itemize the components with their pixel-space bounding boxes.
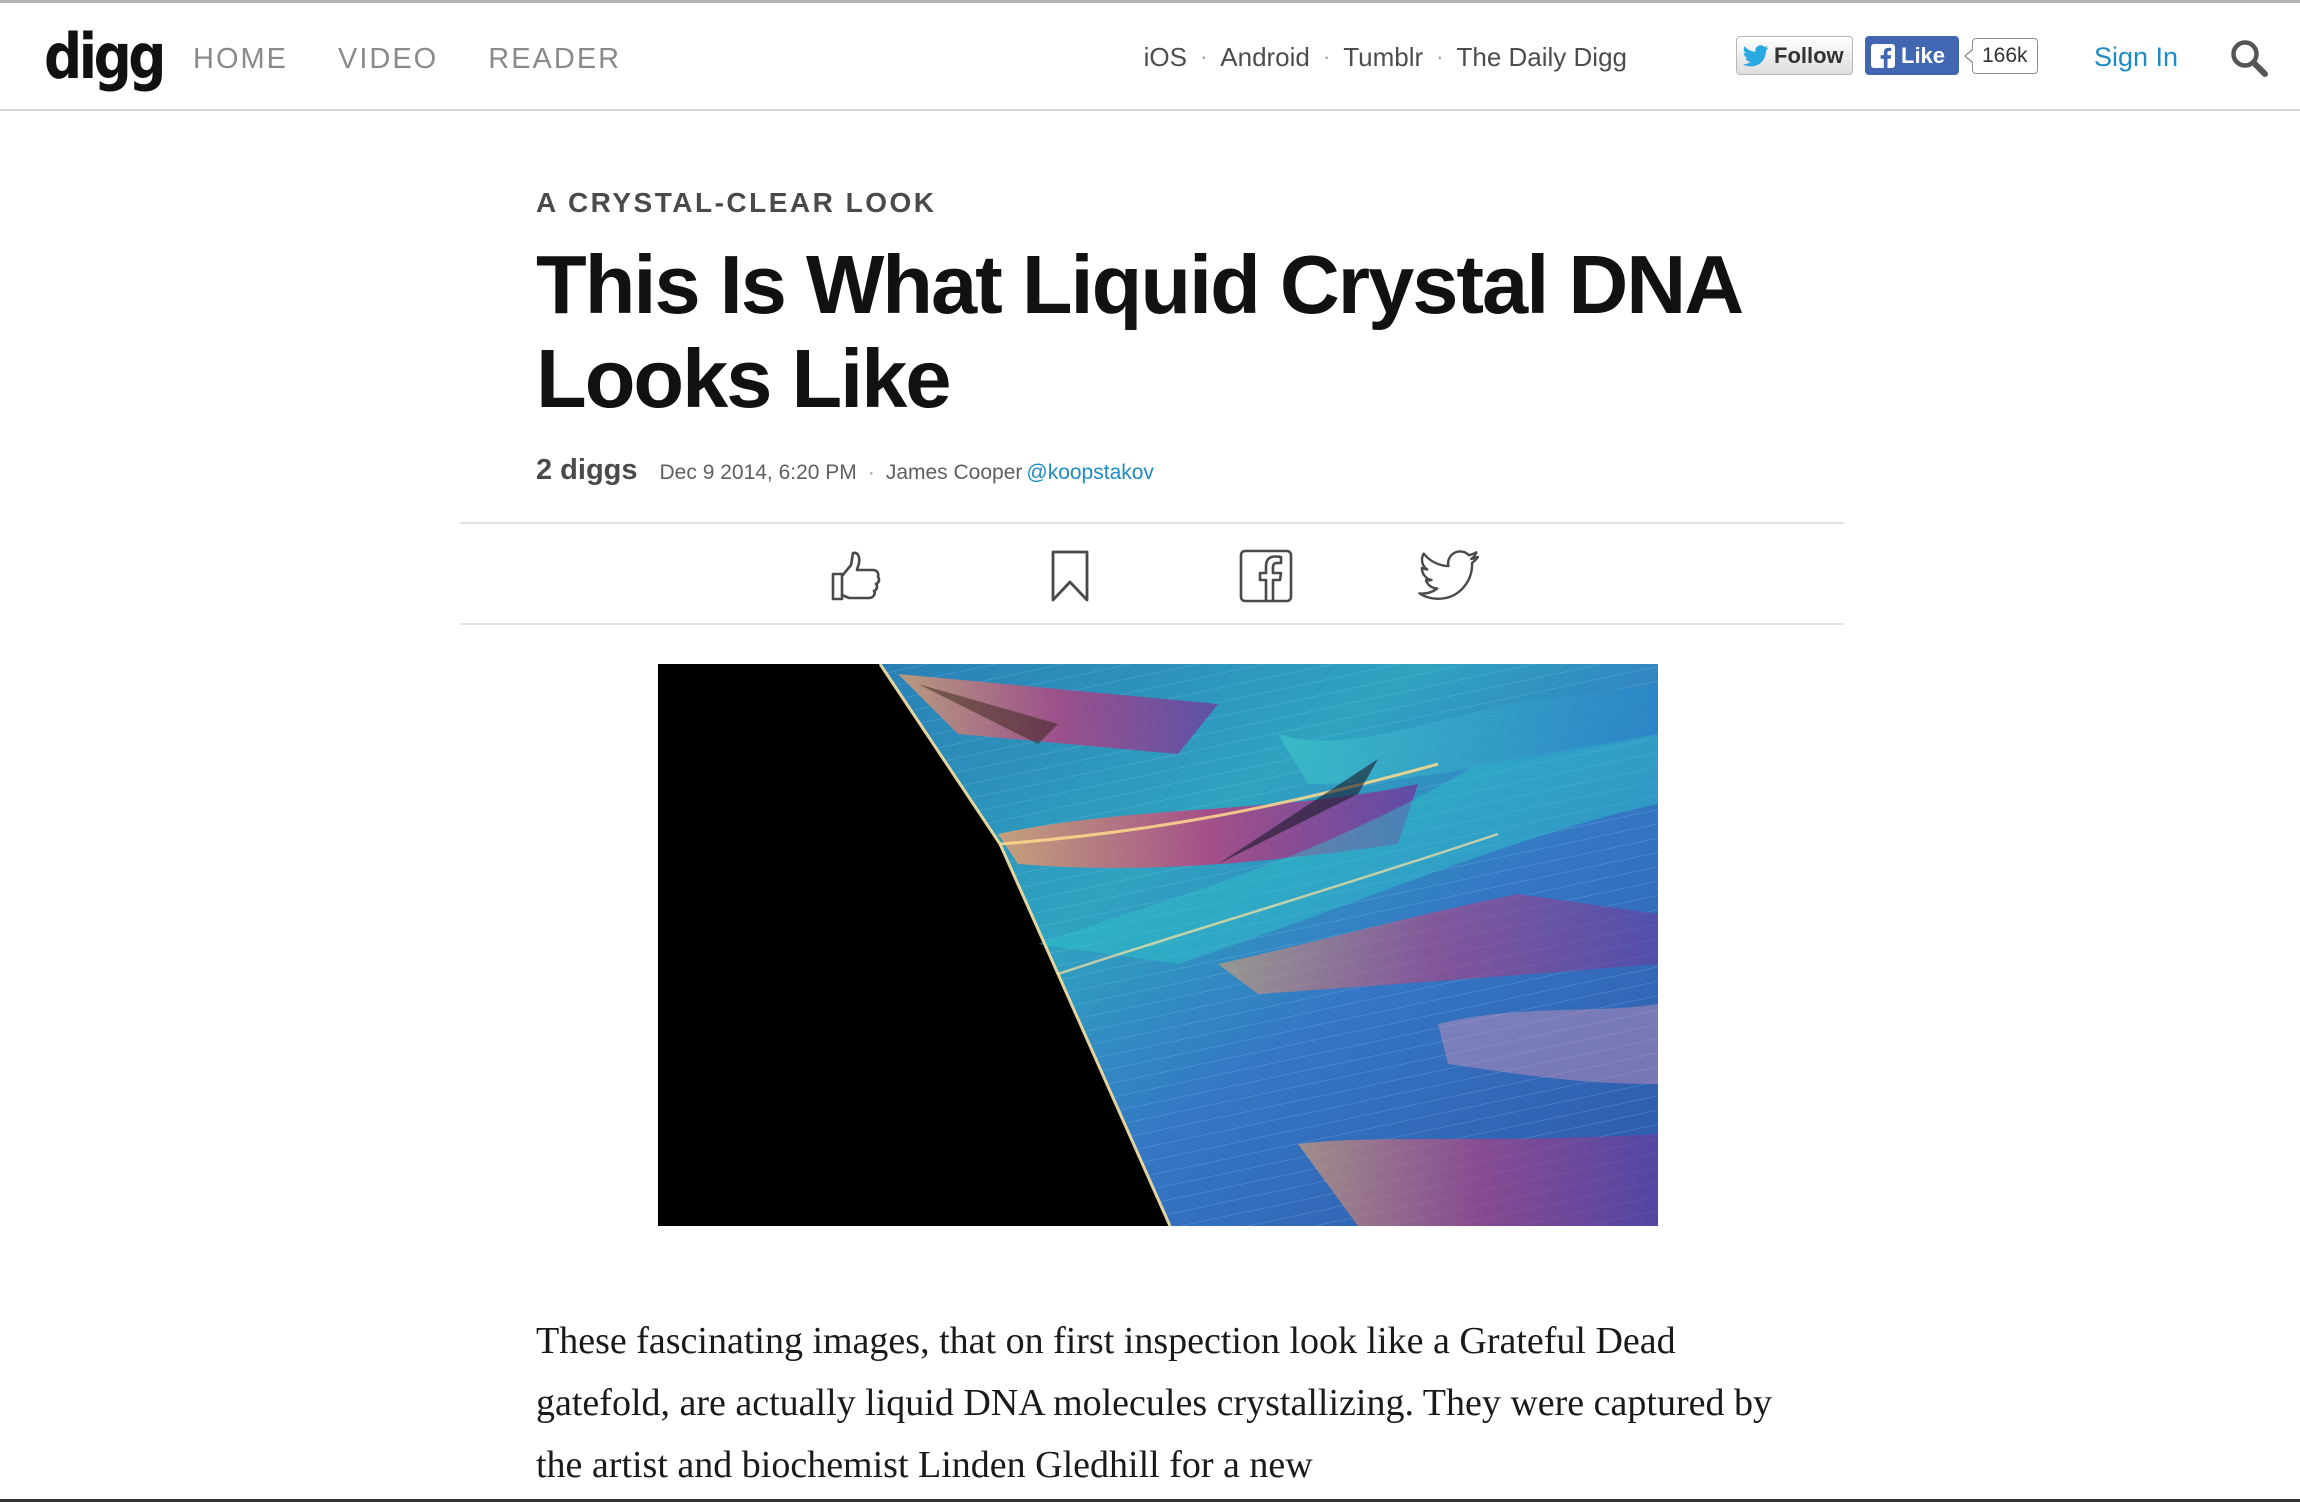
daily-digg-link[interactable]: The Daily Digg [1456,37,1627,77]
facebook-f-icon [1871,43,1895,68]
author-name: James Cooper [885,461,1023,484]
separator-dot: · [1322,44,1331,69]
hero-image [658,664,1658,1226]
facebook-like-label: Like [1901,42,1946,68]
app-links: iOS · Android · Tumblr · The Daily Digg [1144,37,1627,77]
nav-reader[interactable]: READER [488,39,621,79]
liquid-crystal-dna-photo [658,664,1658,1226]
search-icon [2231,40,2268,77]
digg-count: 2 diggs [536,454,638,486]
facebook-icon [1239,549,1293,603]
nav-home[interactable]: HOME [193,39,288,79]
bookmark-icon [1051,550,1089,602]
share-action-bar [460,522,1844,625]
article-headline: This Is What Liquid Crystal DNA Looks Li… [536,238,1741,425]
facebook-like-button[interactable]: Like [1865,36,1959,75]
digg-logo[interactable]: digg [44,26,166,88]
save-button[interactable] [1043,548,1099,604]
search-button[interactable] [2228,37,2270,79]
thumbs-up-icon [831,551,881,601]
twitter-share-button[interactable] [1418,548,1482,604]
facebook-like-count: 166k [1964,38,2038,74]
publish-date: Dec 9 2014, 6:20 PM [659,461,857,484]
twitter-bird-icon [1743,44,1769,66]
separator-dot: · [867,461,875,484]
author-handle-link[interactable]: @koopstakov [1026,461,1154,485]
tumblr-link[interactable]: Tumblr [1343,37,1423,77]
article-kicker: A CRYSTAL-CLEAR LOOK [536,187,937,218]
article-body-paragraph: These fascinating images, that on first … [536,1320,1772,1486]
article-meta: 2 diggs Dec 9 2014, 6:20 PM · James Coop… [536,454,1154,487]
separator-dot: · [1199,44,1208,69]
twitter-follow-button[interactable]: Follow [1736,36,1853,75]
ios-link[interactable]: iOS [1144,37,1187,77]
twitter-icon [1418,550,1480,600]
twitter-follow-label: Follow [1774,42,1844,68]
android-link[interactable]: Android [1220,37,1310,77]
site-header: digg HOME VIDEO READER iOS · Android · T… [0,3,2300,111]
facebook-share-button[interactable] [1238,548,1294,604]
sign-in-link[interactable]: Sign In [2094,37,2178,77]
main-nav: HOME VIDEO READER [193,39,621,79]
separator-dot: · [1436,44,1444,69]
digg-button[interactable] [827,548,883,604]
nav-video[interactable]: VIDEO [338,39,438,79]
